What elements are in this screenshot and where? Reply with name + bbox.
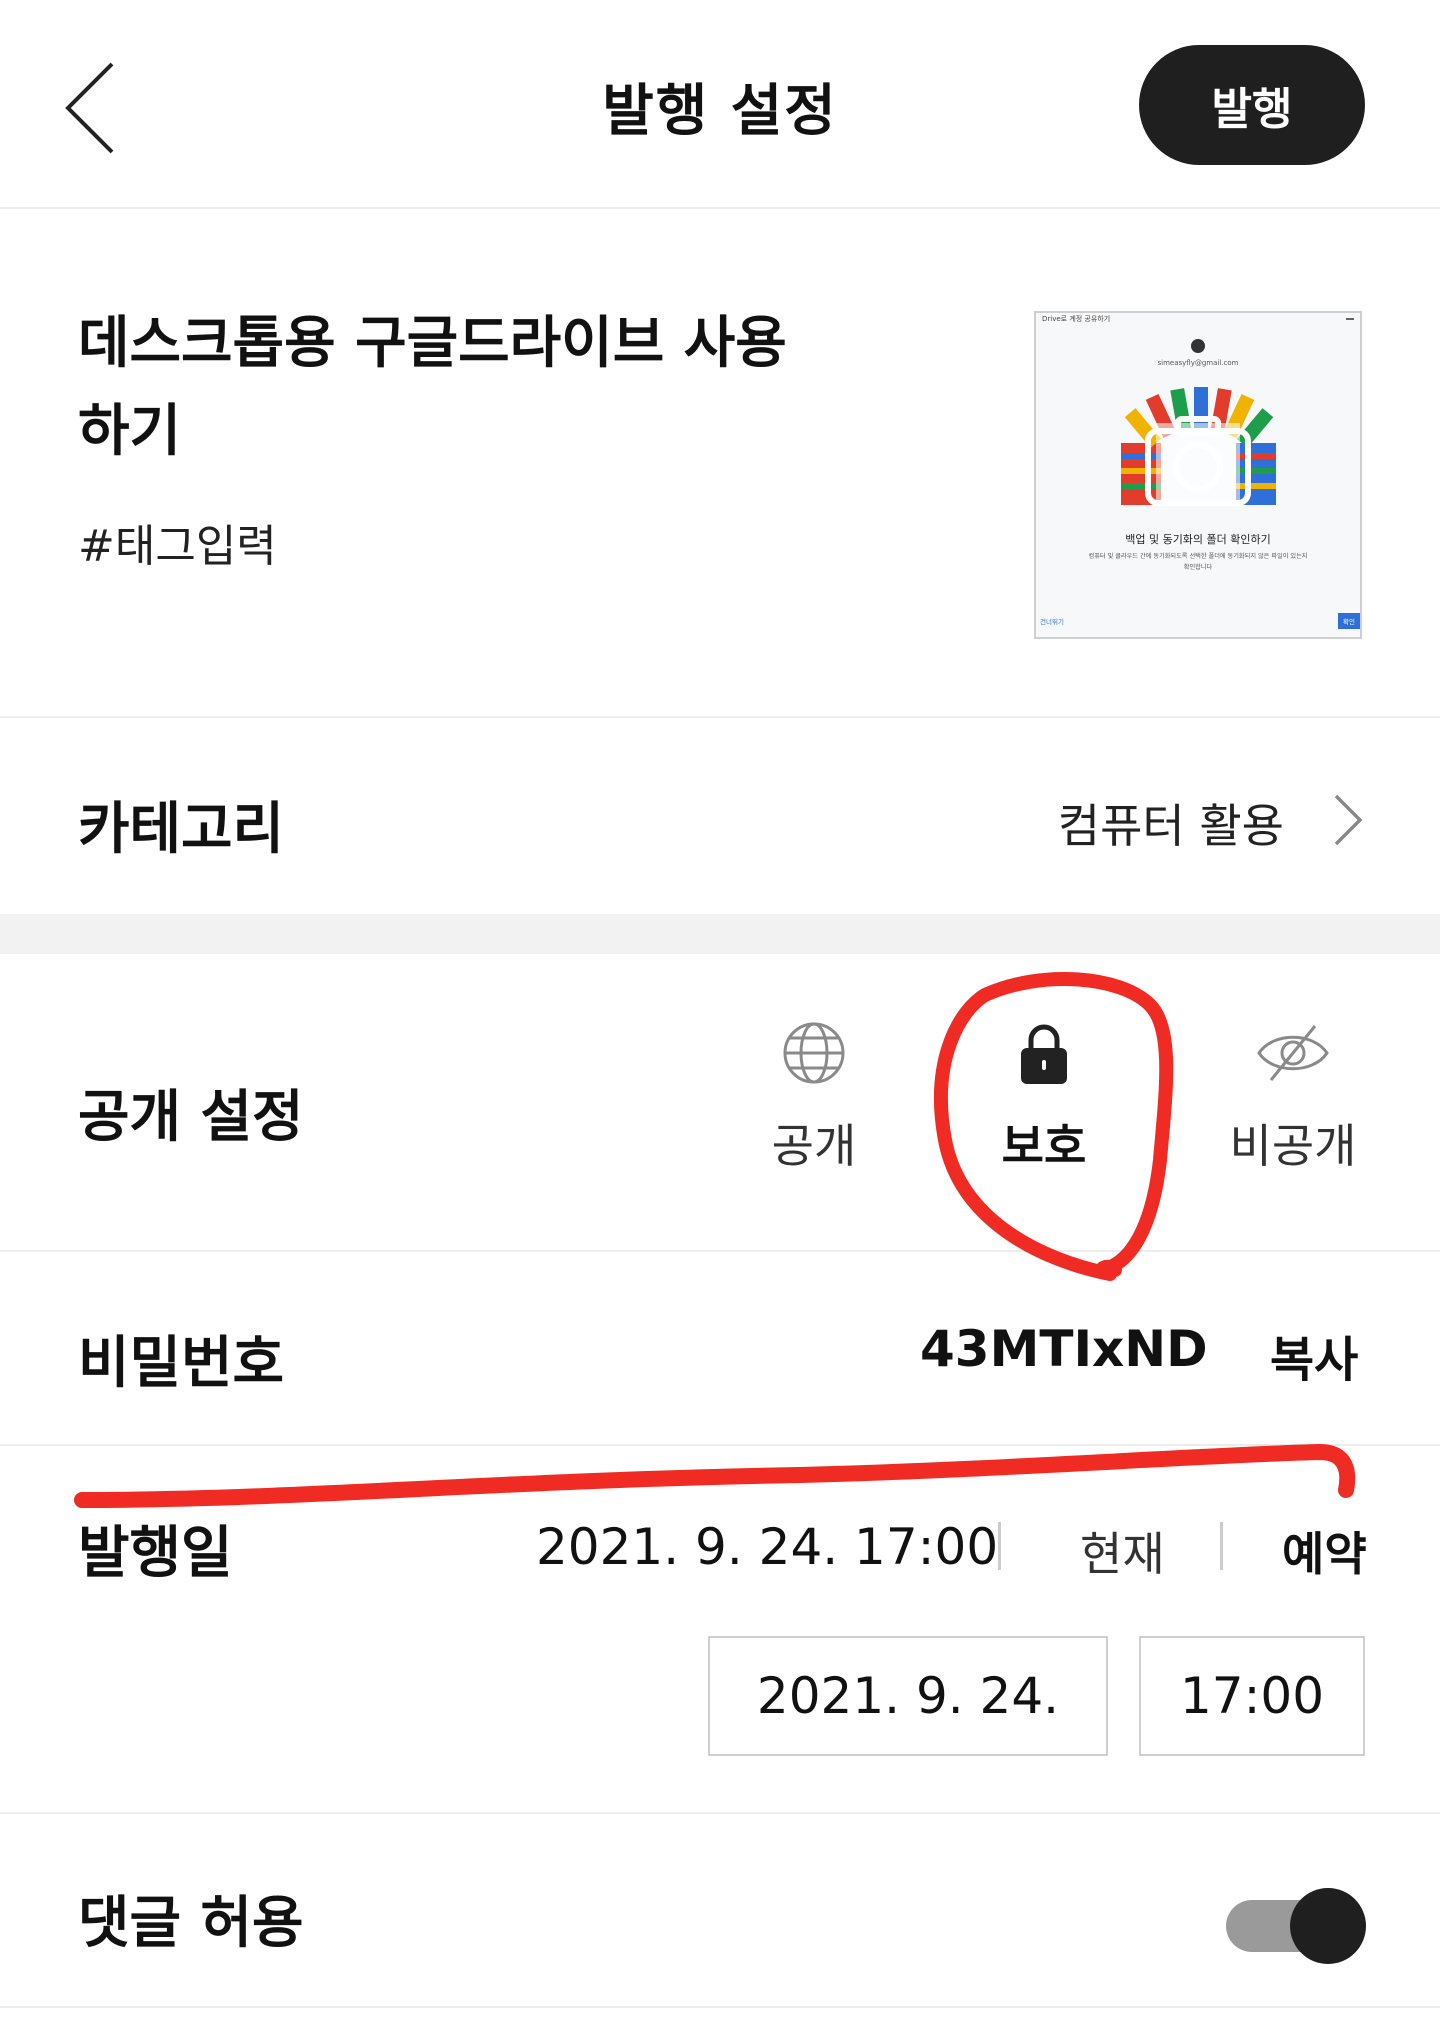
visibility-private-label: 비공개: [1229, 1119, 1357, 1173]
visibility-public-label: 공개: [771, 1119, 857, 1173]
category-label: 카테고리: [78, 797, 285, 862]
comments-toggle[interactable]: [1226, 1874, 1366, 1978]
publish-date-label: 발행일: [78, 1521, 233, 1586]
date-input[interactable]: 2021. 9. 24.: [708, 1636, 1108, 1756]
visibility-option-protected[interactable]: 보호: [954, 1020, 1134, 1176]
thumb-email: simeasyfly@gmail.com: [1158, 359, 1239, 367]
header-divider: [0, 207, 1440, 209]
eye-off-icon: [1257, 1025, 1329, 1081]
publish-now-option[interactable]: 현재: [1080, 1518, 1165, 1584]
visibility-option-public[interactable]: 공개: [724, 1020, 904, 1176]
password-label: 비밀번호: [78, 1331, 285, 1396]
category-value[interactable]: 컴퓨터 활용: [1058, 790, 1284, 856]
publish-button[interactable]: 발행: [1139, 45, 1365, 165]
visibility-option-private[interactable]: 비공개: [1203, 1020, 1383, 1176]
publish-date-value: 2021. 9. 24. 17:00: [536, 1518, 999, 1576]
option-separator: [998, 1522, 1001, 1570]
thumbnail-image: Drive로 계정 공유하기 simeasyfly@gmail.com 백업 및…: [1036, 313, 1360, 637]
password-value: 43MTIxND: [920, 1320, 1208, 1378]
date-divider: [0, 1812, 1440, 1814]
post-thumbnail[interactable]: Drive로 계정 공유하기 simeasyfly@gmail.com 백업 및…: [1034, 311, 1362, 639]
time-input[interactable]: 17:00: [1139, 1636, 1365, 1756]
thumb-button: 확인: [1343, 617, 1355, 626]
lock-icon: [1021, 1024, 1067, 1084]
thumb-window-title: Drive로 계정 공유하기: [1042, 314, 1110, 323]
section-separator: [0, 914, 1440, 954]
option-separator: [1220, 1522, 1223, 1570]
post-title[interactable]: 데스크톱용 구글드라이브 사용하기: [78, 300, 798, 476]
thumb-desc-line2: 확인합니다: [1184, 563, 1213, 571]
tag-input[interactable]: #태그입력: [78, 510, 277, 574]
post-divider: [0, 716, 1440, 718]
thumb-caption: 백업 및 동기화의 폴더 확인하기: [1125, 532, 1271, 546]
bottom-divider: [0, 2006, 1440, 2008]
thumb-desc-line1: 컴퓨터 및 클라우드 간에 동기화되도록 선택한 폴더에 동기화되지 않은 파일…: [1089, 552, 1308, 560]
publish-schedule-option[interactable]: 예약: [1282, 1518, 1367, 1584]
chevron-right-icon[interactable]: [1332, 792, 1364, 848]
visibility-divider: [0, 1250, 1440, 1252]
comments-label: 댓글 허용: [78, 1891, 304, 1956]
thumb-link: 건너뛰기: [1040, 617, 1064, 626]
visibility-protected-label: 보호: [1001, 1119, 1087, 1173]
password-divider: [0, 1444, 1440, 1446]
annotation-underline: [74, 1444, 1356, 1508]
visibility-label: 공개 설정: [78, 1085, 304, 1150]
toggle-knob: [1290, 1888, 1366, 1964]
copy-password-button[interactable]: 복사: [1270, 1320, 1358, 1390]
globe-icon: [783, 1022, 845, 1084]
